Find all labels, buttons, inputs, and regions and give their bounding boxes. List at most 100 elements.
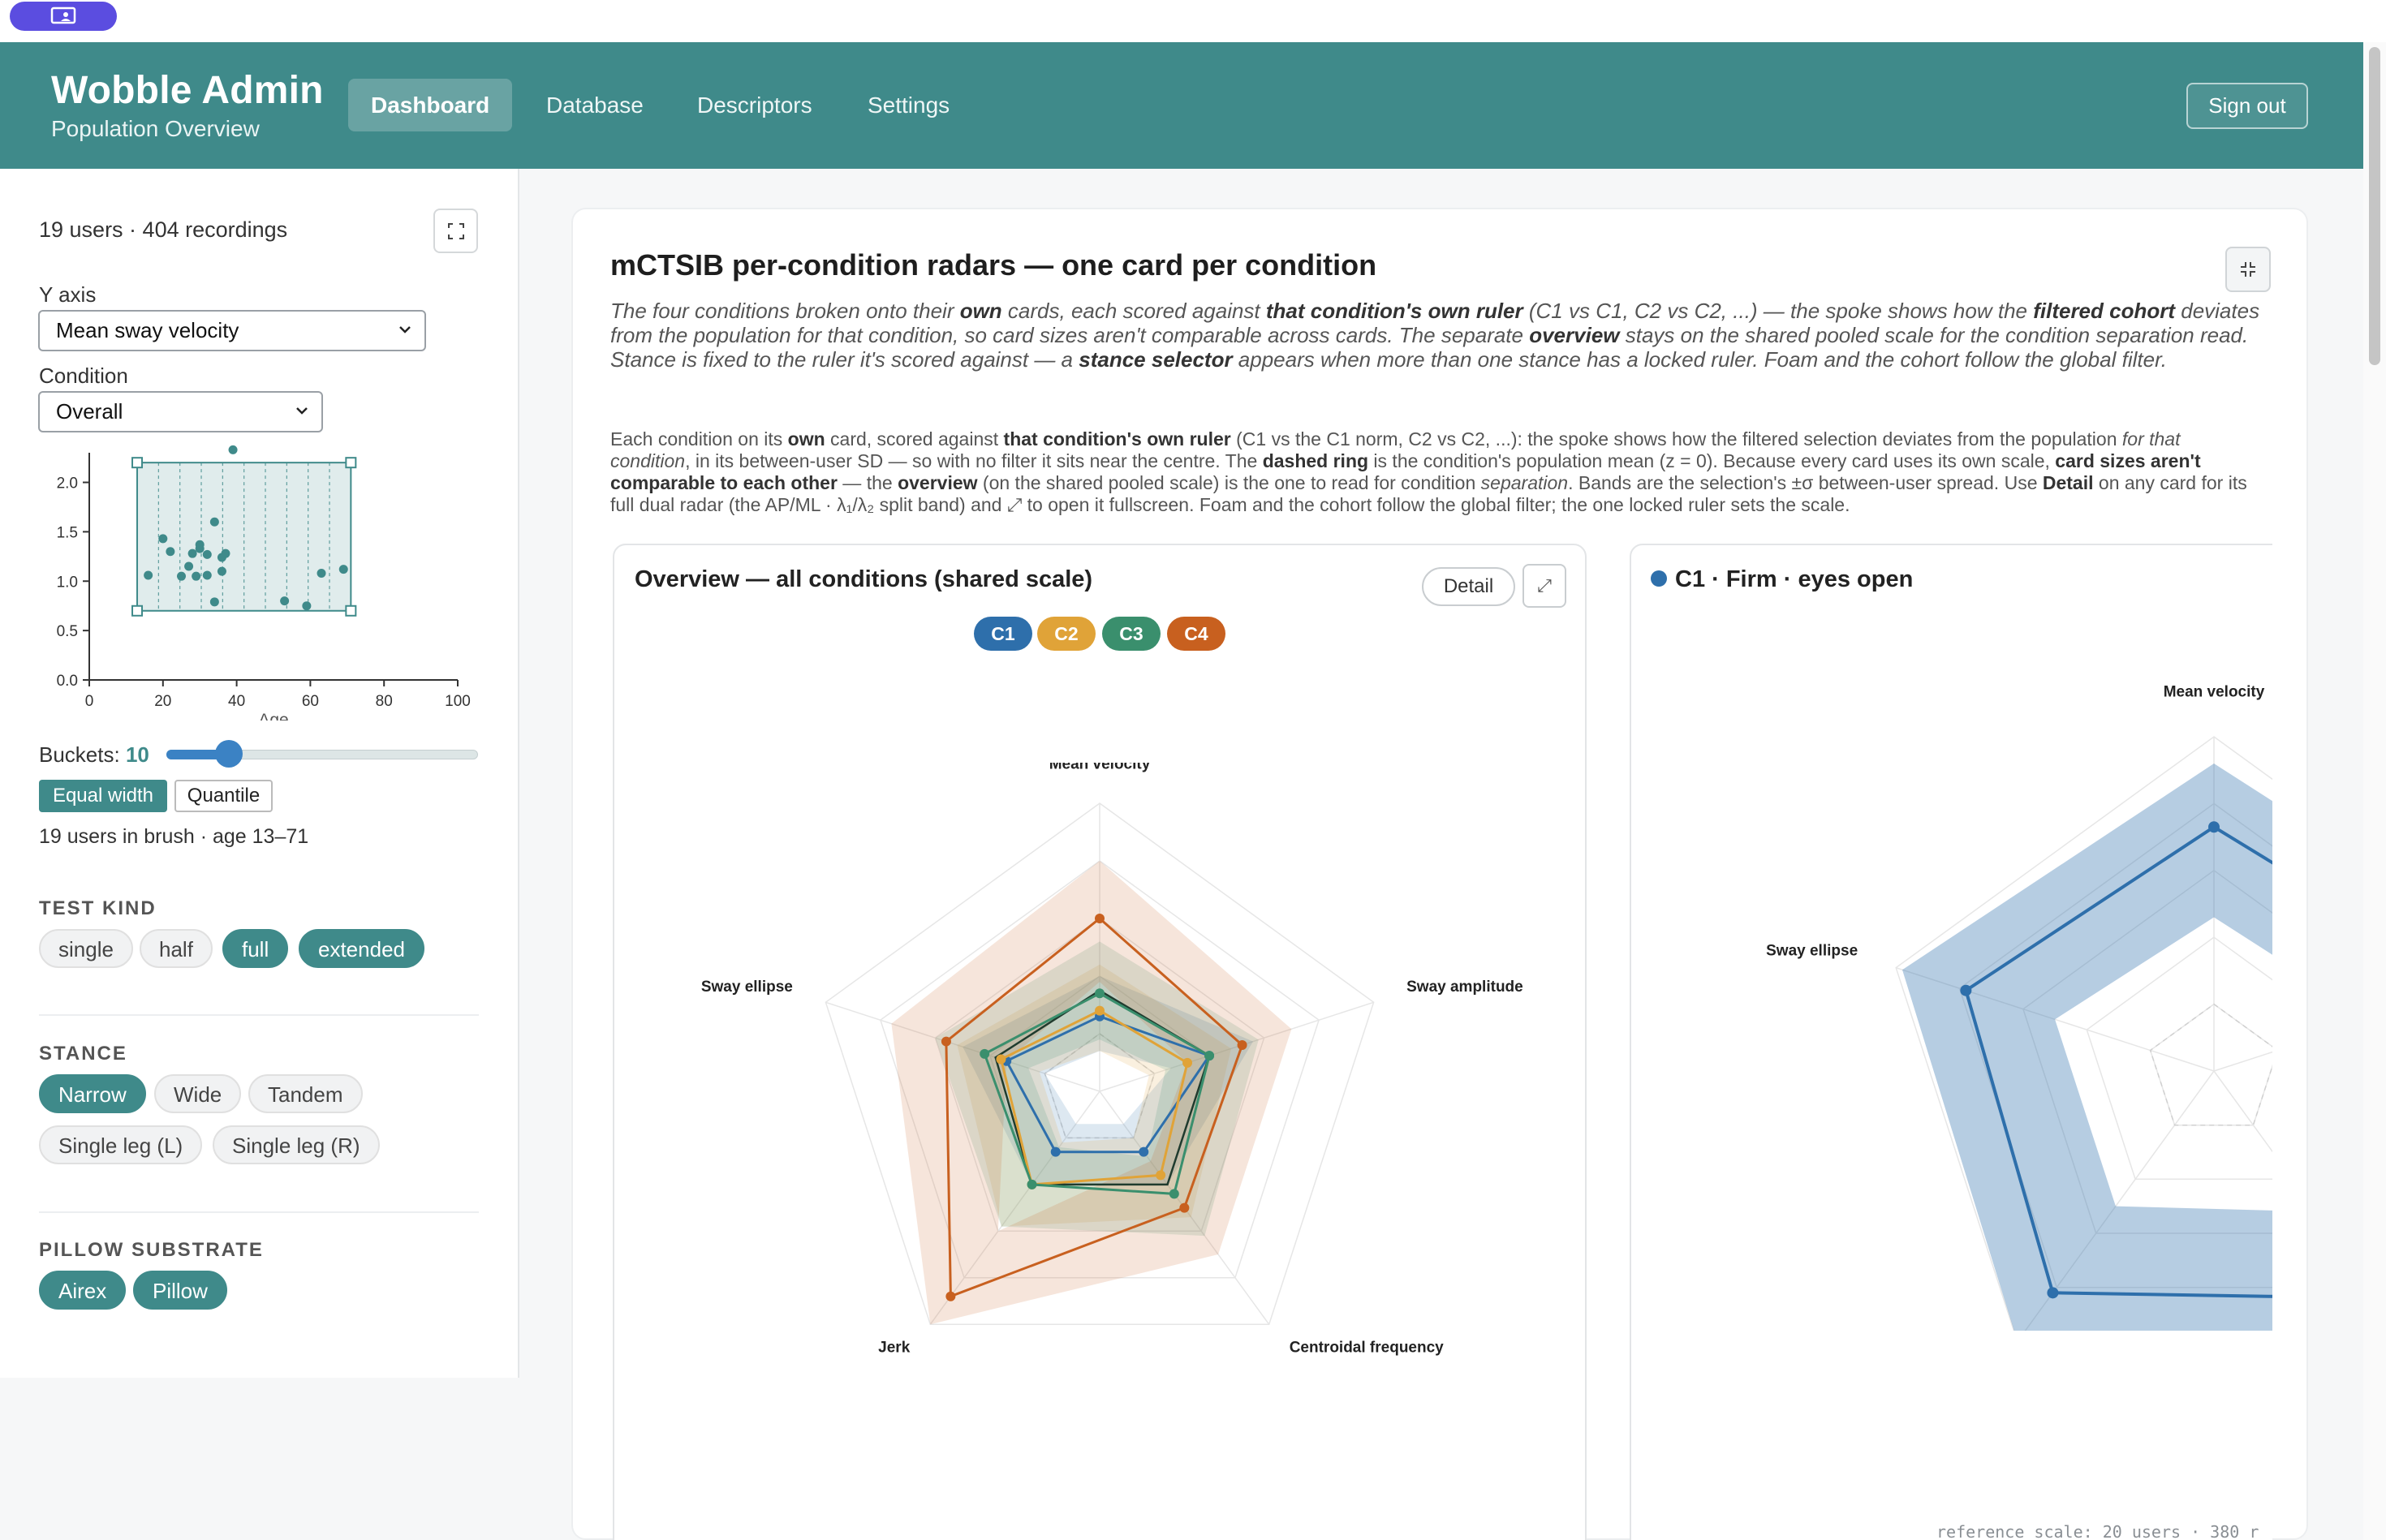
overview-expand-button[interactable]: ⤢ xyxy=(1522,564,1566,608)
radar-point-c3 xyxy=(1095,988,1105,999)
scatter-point xyxy=(209,517,219,527)
radar-point-c3 xyxy=(1169,1189,1179,1199)
brush-handle[interactable] xyxy=(131,457,144,469)
brush-handle[interactable] xyxy=(345,604,357,617)
desc-emph: overview xyxy=(898,472,978,493)
equal-width-button[interactable]: Equal width xyxy=(39,780,167,812)
scatter-point xyxy=(144,570,153,580)
screen-share-pill[interactable] xyxy=(10,2,117,31)
radar-point-c3 xyxy=(1204,1051,1215,1061)
radar-band-c4 xyxy=(891,861,1292,1325)
chip-stance-narrow[interactable]: Narrow xyxy=(39,1074,146,1113)
scatter-point xyxy=(228,445,238,454)
nav-descriptors[interactable]: Descriptors xyxy=(674,79,835,131)
test-kind-title: TEST KIND xyxy=(39,897,157,919)
app-subtitle: Population Overview xyxy=(51,116,260,141)
condition-label: Condition xyxy=(39,363,128,388)
radar-point-c1 xyxy=(1139,1146,1149,1157)
buckets-value: 10 xyxy=(125,742,149,767)
radar-axis-label: Sway ellipse xyxy=(1766,942,1858,959)
panel-title: mCTSIB per-condition radars — one card p… xyxy=(610,248,1377,282)
condition-badge-c3[interactable]: C3 xyxy=(1102,617,1161,651)
y-axis-select[interactable]: Mean sway velocity xyxy=(38,310,426,351)
x-tick-label: 60 xyxy=(302,693,319,710)
y-tick-label: 1.5 xyxy=(57,524,78,541)
overview-detail-button[interactable]: Detail xyxy=(1422,567,1515,606)
nav-settings[interactable]: Settings xyxy=(845,79,972,131)
scatter-point xyxy=(192,571,201,581)
intro-text: (C1 vs C1, C2 vs C2, ...) — the spoke sh… xyxy=(1522,299,2034,323)
x-tick-label: 100 xyxy=(445,693,471,710)
radar-point-c2 xyxy=(996,1054,1006,1065)
scatter-point xyxy=(217,566,226,576)
x-tick-label: 20 xyxy=(154,693,171,710)
chip-stance-tandem[interactable]: Tandem xyxy=(248,1074,363,1113)
exit-fullscreen-icon xyxy=(2241,262,2255,277)
chip-test-extended[interactable]: extended xyxy=(299,929,424,968)
scatter-point xyxy=(221,548,230,558)
radar-point-c2 xyxy=(1182,1057,1193,1068)
radar-point-c2 xyxy=(1095,1005,1105,1016)
chip-test-single[interactable]: single xyxy=(39,929,133,968)
chip-stance-single-leg-l[interactable]: Single leg (L) xyxy=(39,1125,203,1164)
chevron-down-icon xyxy=(399,326,411,333)
scatter-point xyxy=(158,534,168,544)
age-scatter-chart[interactable]: 0.0 0.5 1.0 1.5 2.0 0 20 40 60 80 100 Age xyxy=(32,445,487,721)
condition-badge-c2[interactable]: C2 xyxy=(1037,617,1096,651)
nav-database[interactable]: Database xyxy=(523,79,666,131)
reference-scale-note: reference scale: 20 users · 380 r xyxy=(1936,1522,2259,1540)
x-tick-label: 0 xyxy=(85,693,94,710)
collapse-panel-button[interactable] xyxy=(2225,247,2271,292)
desc-text: card, scored against xyxy=(825,428,1004,450)
buckets-slider-handle[interactable] xyxy=(214,740,243,768)
chip-pillow-pillow[interactable]: Pillow xyxy=(133,1271,227,1310)
y-axis-label: Y axis xyxy=(39,282,97,307)
nav-dashboard[interactable]: Dashboard xyxy=(348,79,513,131)
radar-point-c2 xyxy=(1156,1170,1166,1181)
desc-emph: Detail xyxy=(2042,472,2094,493)
screen-share-icon xyxy=(50,6,76,24)
scatter-point xyxy=(195,540,205,549)
scatter-point xyxy=(302,601,312,611)
buckets-label: Buckets: 10 xyxy=(39,742,149,768)
condition-select[interactable]: Overall xyxy=(38,391,323,432)
condition-badge-c1[interactable]: C1 xyxy=(974,617,1032,651)
x-tick-label: 80 xyxy=(376,693,393,710)
c1-card-viewport: C1 · Firm · eyes open Mean velocity Sway … xyxy=(1630,536,2272,1540)
fullscreen-icon xyxy=(447,222,464,239)
desc-text: Each condition on its xyxy=(610,428,788,450)
desc-text: is the condition's population mean (z = … xyxy=(1368,450,2056,471)
chevron-down-icon xyxy=(296,407,308,415)
brush-handle[interactable] xyxy=(345,457,357,469)
buckets-label-text: Buckets: xyxy=(39,742,120,767)
page-scrollbar-thumb[interactable] xyxy=(2369,47,2380,365)
brush-handle[interactable] xyxy=(131,604,144,617)
condition-badge-c4[interactable]: C4 xyxy=(1167,617,1225,651)
panel-description: Each condition on its own card, scored a… xyxy=(610,428,2258,516)
c1-title: C1 · Firm · eyes open xyxy=(1675,566,1914,592)
chip-pillow-airex[interactable]: Airex xyxy=(39,1271,127,1310)
intro-text: The four conditions broken onto their xyxy=(610,299,960,323)
quantile-button[interactable]: Quantile xyxy=(174,780,273,812)
radar-axis-label: Mean velocity xyxy=(1049,763,1151,772)
radar-axis-label: Centroidal frequency xyxy=(1290,1340,1444,1357)
desc-text: — the xyxy=(837,472,898,493)
intro-emph: stance selector xyxy=(1079,347,1233,372)
desc-text: (C1 vs the C1 norm, C2 vs C2, ...): the … xyxy=(1230,428,2122,450)
radar-axis-label: Mean velocity xyxy=(2164,684,2265,701)
intro-emph: filtered cohort xyxy=(2033,299,2176,323)
sign-out-button[interactable]: Sign out xyxy=(2186,83,2308,129)
chip-stance-single-leg-r[interactable]: Single leg (R) xyxy=(213,1125,380,1164)
chip-test-half[interactable]: half xyxy=(140,929,213,968)
scatter-point xyxy=(209,597,219,607)
intro-emph: that condition's own ruler xyxy=(1265,299,1523,323)
divider xyxy=(39,1211,479,1213)
chip-stance-wide[interactable]: Wide xyxy=(154,1074,242,1113)
top-strip xyxy=(0,0,2386,42)
scatter-point xyxy=(177,571,186,581)
expand-chart-button[interactable] xyxy=(433,209,478,253)
intro-text: appears when more than one stance has a … xyxy=(1232,347,2167,372)
radar-point-c1 xyxy=(2208,821,2220,833)
desc-emph: dashed ring xyxy=(1262,450,1369,471)
chip-test-full[interactable]: full xyxy=(222,929,289,968)
